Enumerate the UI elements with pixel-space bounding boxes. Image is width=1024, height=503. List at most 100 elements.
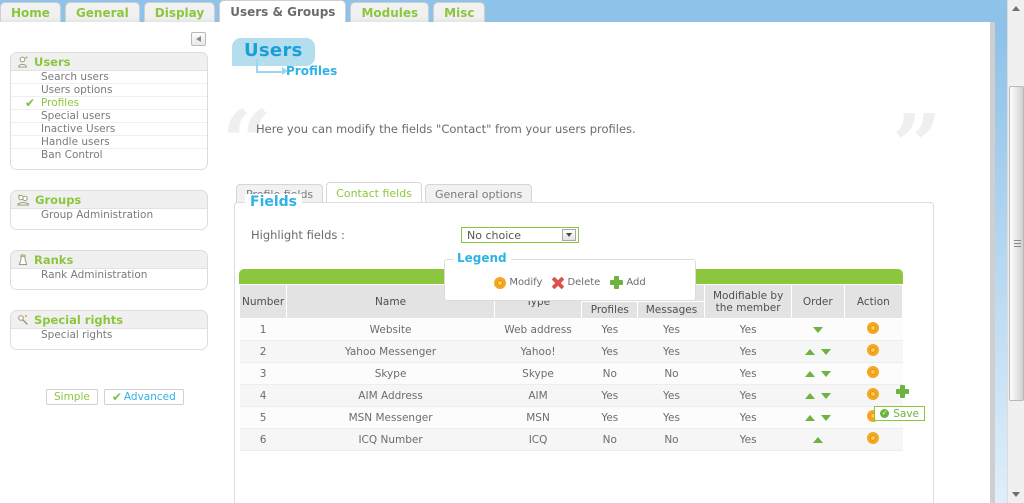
table-row[interactable]: 2 Yahoo Messenger Yahoo! Yes Yes Yes [239, 340, 903, 363]
tab-general-options[interactable]: General options [424, 184, 533, 203]
tab-general-options-label: General options [434, 187, 523, 201]
legend-items: Modify Delete Add [445, 276, 695, 289]
header-action: Action [843, 284, 904, 319]
sidebar-item-handle-users[interactable]: Handle users [11, 136, 207, 149]
sidebar-item-special-users[interactable]: Special users [11, 110, 207, 123]
sidebar-item-search-users[interactable]: Search users [11, 71, 207, 84]
cell-order [791, 406, 845, 429]
mode-simple-button[interactable]: Simple [46, 389, 98, 405]
scroll-up-button[interactable] [1008, 0, 1024, 17]
tab-display[interactable]: Display [143, 2, 216, 22]
header-order: Order [790, 284, 845, 319]
sidebar-group-groups-title: Groups [35, 192, 82, 207]
modify-icon[interactable] [867, 366, 880, 378]
cell-action [844, 384, 903, 407]
save-button[interactable]: ✓ Save [874, 406, 925, 421]
sidebar-group-ranks: Ranks Rank Administration [10, 250, 208, 290]
sidebar-group-special-rights-footer [11, 342, 207, 349]
cell-profiles: Yes [581, 318, 638, 341]
cell-order [791, 362, 845, 385]
legend-box: Legend Modify Delete Add [444, 251, 696, 301]
cell-messages: Yes [637, 318, 705, 341]
cell-name: Skype [286, 362, 495, 385]
sidebar-item-label: Profiles [41, 97, 80, 109]
legend-item-add: Add [610, 276, 646, 289]
cell-profiles: Yes [581, 406, 638, 429]
tab-general-label: General [75, 5, 129, 20]
groups-icon [17, 193, 30, 205]
scroll-down-button[interactable] [1008, 486, 1024, 503]
sidebar-item-label: Special rights [41, 329, 113, 341]
modify-icon [494, 276, 507, 289]
table-row[interactable]: 5 MSN Messenger MSN Yes Yes Yes [239, 406, 903, 429]
move-down-icon[interactable] [812, 326, 823, 333]
fields-table-body: 1 Website Web address Yes Yes Yes 2 Yaho… [239, 318, 903, 451]
sidebar-item-ban-control[interactable]: Ban Control [11, 149, 207, 162]
sidebar-group-ranks-header: Ranks [11, 251, 207, 269]
modify-icon[interactable] [867, 432, 880, 444]
highlight-fields-select[interactable]: No choice [461, 227, 579, 243]
tab-misc-label: Misc [444, 5, 475, 20]
cell-type: Yahoo! [494, 340, 582, 363]
move-down-icon[interactable] [820, 370, 831, 377]
sidebar-item-group-administration[interactable]: Group Administration [11, 209, 207, 222]
fields-table: Number Name Type Display Modifiable by t… [238, 284, 904, 451]
table-row[interactable]: 6 ICQ Number ICQ No No Yes [239, 428, 903, 451]
sidebar-item-profiles[interactable]: ✔ Profiles [11, 97, 207, 110]
sidebar-group-groups-footer [11, 222, 207, 229]
modify-icon[interactable] [867, 322, 880, 334]
tab-general[interactable]: General [64, 2, 140, 22]
mode-advanced-button[interactable]: ✔ Advanced [103, 389, 184, 405]
sidebar-item-special-rights[interactable]: Special rights [11, 329, 207, 342]
sidebar-group-special-rights-header: Special rights [11, 311, 207, 329]
move-up-icon[interactable] [804, 348, 815, 355]
table-row[interactable]: 3 Skype Skype No No Yes [239, 362, 903, 385]
cell-modifiable: Yes [704, 362, 792, 385]
modify-icon[interactable] [867, 388, 880, 400]
fields-fieldset-legend: Fields [245, 194, 303, 210]
cell-profiles: No [581, 362, 638, 385]
move-up-icon[interactable] [804, 392, 815, 399]
legend-add-label: Add [626, 277, 646, 288]
cell-name: ICQ Number [286, 428, 495, 451]
chevron-down-icon[interactable] [562, 229, 576, 241]
cell-modifiable: Yes [704, 340, 792, 363]
sidebar-item-rank-administration[interactable]: Rank Administration [11, 269, 207, 282]
move-down-icon[interactable] [820, 392, 831, 399]
vertical-scrollbar[interactable] [1007, 0, 1024, 503]
scrollbar-thumb[interactable] [1009, 86, 1024, 401]
move-down-icon[interactable] [820, 348, 831, 355]
modify-icon[interactable] [867, 344, 880, 356]
tab-misc[interactable]: Misc [433, 2, 486, 22]
sidebar-mode-buttons: Simple ✔ Advanced [46, 389, 184, 405]
tab-home[interactable]: Home [0, 2, 61, 22]
cell-number: 4 [239, 384, 287, 407]
sidebar-group-users-items: Search users Users options ✔ Profiles Sp… [11, 71, 207, 162]
sidebar-collapse-button[interactable] [191, 32, 206, 46]
chevron-down-icon [1012, 492, 1020, 497]
app-window: Home General Display Users & Groups Modu… [0, 0, 1024, 503]
check-icon: ✔ [111, 390, 122, 404]
move-up-icon[interactable] [804, 370, 815, 377]
sidebar-item-label: Special users [41, 110, 111, 122]
move-down-icon[interactable] [820, 414, 831, 421]
sidebar-item-label: Group Administration [41, 209, 154, 221]
tab-contact-fields[interactable]: Contact fields [326, 182, 422, 203]
sidebar-group-groups-header: Groups [11, 191, 207, 209]
quote-open-icon: “ [222, 92, 272, 193]
table-row[interactable]: 1 Website Web address Yes Yes Yes [239, 318, 903, 341]
tab-display-label: Display [154, 5, 205, 20]
sidebar-group-ranks-footer [11, 282, 207, 289]
move-up-icon[interactable] [812, 436, 823, 443]
cell-profiles: No [581, 428, 638, 451]
sidebar-group-special-rights: Special rights Special rights [10, 310, 208, 350]
cell-action [844, 318, 903, 341]
table-row[interactable]: 4 AIM Address AIM Yes Yes Yes [239, 384, 903, 407]
move-up-icon[interactable] [804, 414, 815, 421]
sidebar-item-inactive-users[interactable]: Inactive Users [11, 123, 207, 136]
tab-users-groups[interactable]: Users & Groups [219, 0, 347, 22]
cell-order [791, 428, 845, 451]
tab-modules[interactable]: Modules [350, 2, 430, 22]
add-icon[interactable] [896, 385, 909, 398]
sidebar-item-users-options[interactable]: Users options [11, 84, 207, 97]
